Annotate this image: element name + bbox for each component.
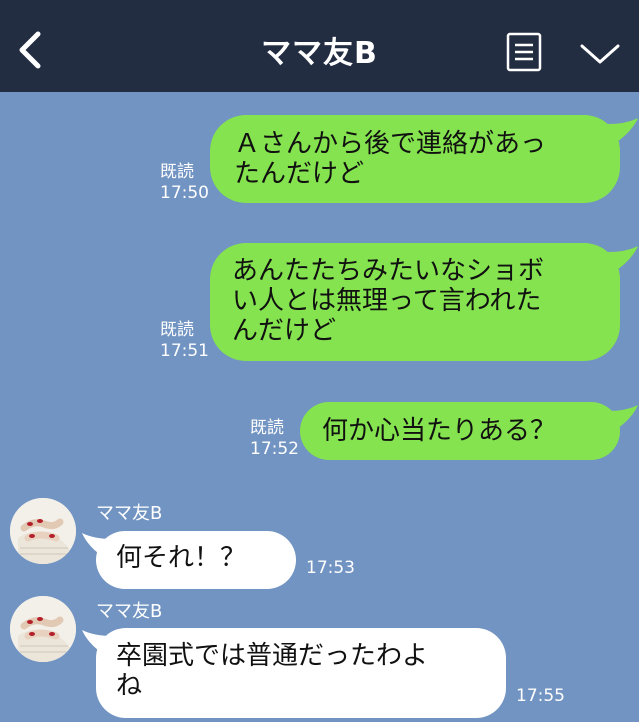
read-receipt: 既読 17:50 — [160, 162, 209, 204]
message-time: 17:55 — [516, 686, 565, 706]
avatar[interactable] — [10, 498, 76, 564]
message-time: 17:53 — [306, 558, 355, 578]
hand-avatar-image — [10, 596, 76, 662]
chat-header: ママ友B — [0, 0, 639, 92]
sent-message-bubble[interactable]: Ａさんから後で連絡があっ たんだけど — [210, 115, 620, 203]
chat-title: ママ友B — [261, 36, 378, 71]
menu-icon[interactable] — [506, 32, 542, 72]
sent-message-bubble[interactable]: あんたたちみたいなショボ い人とは無理って言われた んだけど — [210, 243, 620, 361]
sent-message-bubble[interactable]: 何か心当たりある？ — [300, 402, 620, 460]
message-time: 17:51 — [160, 341, 209, 361]
message-time: 17:52 — [250, 439, 299, 459]
sender-name: ママ友B — [96, 503, 163, 524]
read-label: 既読 — [160, 320, 194, 340]
read-label: 既読 — [160, 162, 194, 182]
received-message-bubble[interactable]: 何それ！？ — [96, 531, 296, 589]
read-label: 既読 — [250, 418, 284, 438]
read-receipt: 既読 17:52 — [250, 418, 299, 460]
read-receipt: 既読 17:51 — [160, 320, 209, 362]
received-message-bubble[interactable]: 卒園式では普通だったわよ ね — [96, 628, 506, 718]
avatar[interactable] — [10, 596, 76, 662]
chevron-down-icon[interactable] — [578, 38, 622, 68]
sender-name: ママ友B — [96, 601, 163, 622]
message-time: 17:50 — [160, 183, 209, 203]
hand-avatar-image — [10, 498, 76, 564]
chevron-left-icon[interactable] — [14, 30, 44, 70]
